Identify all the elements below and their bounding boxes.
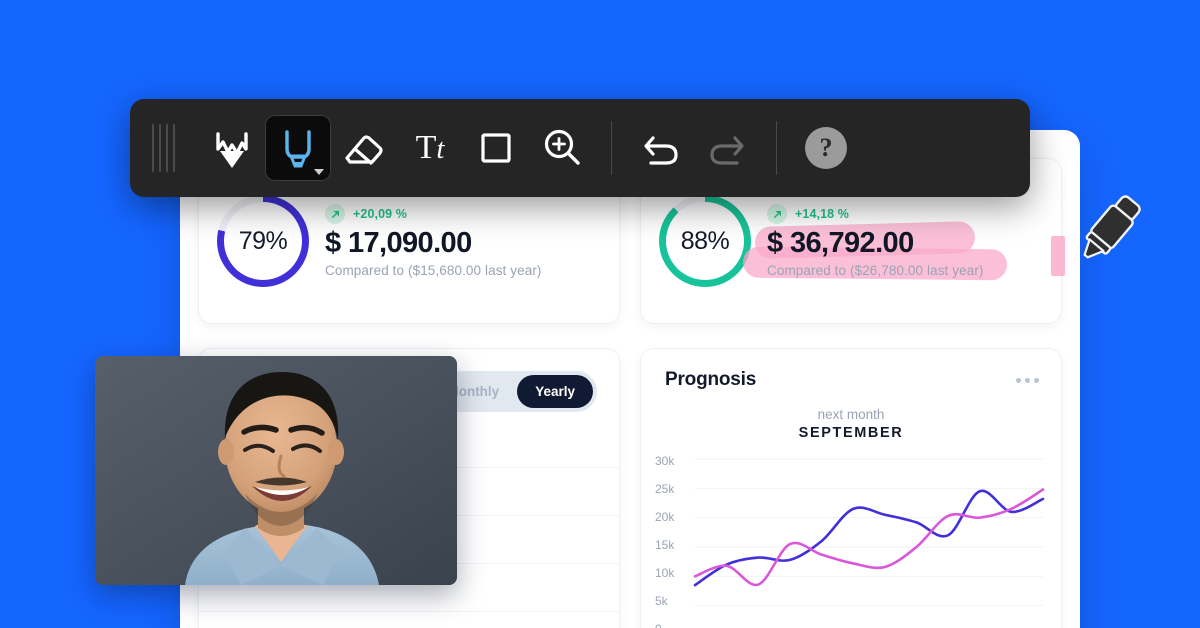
metric-comparison: Compared to ($26,780.00 last year) <box>767 263 984 278</box>
text-tool-glyph-t: t <box>436 133 445 165</box>
y-tick-5k: 5k <box>655 594 668 608</box>
redo-button[interactable] <box>694 115 760 181</box>
text-tool-button[interactable]: Tt <box>397 115 463 181</box>
chart-y-axis-labels: 30k 25k 20k 15k 10k 5k 0 <box>655 455 689 628</box>
highlighter-tool-button[interactable] <box>265 115 331 181</box>
grip-icon[interactable] <box>152 124 175 172</box>
period-option-yearly[interactable]: Yearly <box>517 375 593 408</box>
y-tick-0: 0 <box>655 623 689 628</box>
y-tick-10k: 10k <box>655 566 675 580</box>
help-button[interactable]: ? <box>793 115 859 181</box>
ellipsis-icon[interactable] <box>1016 377 1039 383</box>
chart-line-forecast-secondary <box>695 490 1043 585</box>
trend-up-arrow-icon <box>325 204 345 224</box>
undo-button[interactable] <box>628 115 694 181</box>
pen-tool-button[interactable] <box>199 115 265 181</box>
eraser-tool-button[interactable] <box>331 115 397 181</box>
progress-ring-label: 88% <box>680 226 730 255</box>
prognosis-chart: 30k 25k 20k 15k 10k 5k 0 <box>641 455 1061 628</box>
prognosis-month: SEPTEMBER <box>798 425 904 441</box>
trend-indicator: +14,18 % <box>767 204 984 224</box>
progress-ring: 79% <box>217 195 309 287</box>
progress-ring-label: 79% <box>238 226 288 255</box>
rectangle-tool-button[interactable] <box>463 115 529 181</box>
question-mark-icon[interactable]: ? <box>805 127 847 169</box>
chevron-down-icon[interactable] <box>314 169 324 175</box>
y-tick-15k: 15k <box>655 538 675 552</box>
prognosis-next-label: next month <box>817 407 885 422</box>
zoom-tool-button[interactable] <box>529 115 595 181</box>
y-tick-20k: 20k <box>655 510 675 524</box>
row-divider <box>199 611 619 612</box>
screenshot-stage: 79% +20,09 % $ 17,090.00 Compared to ($1… <box>0 0 1200 628</box>
metric-comparison: Compared to ($15,680.00 last year) <box>325 263 542 278</box>
progress-ring: 88% <box>659 195 751 287</box>
trend-percent: +14,18 % <box>795 207 849 221</box>
marker-pen-cursor <box>1068 186 1148 274</box>
toolbar-divider <box>776 121 777 175</box>
panel-title: Prognosis <box>665 369 757 390</box>
annotation-toolbar[interactable]: Tt ? <box>130 99 1030 197</box>
chart-plot-area <box>695 459 1043 628</box>
metric-value: $ 17,090.00 <box>325 227 472 259</box>
metric-value: $ 36,792.00 <box>767 227 914 259</box>
chart-gridlines <box>695 459 1043 628</box>
toolbar-divider <box>611 121 612 175</box>
text-tool-glyph-T: T <box>415 129 437 166</box>
y-tick-25k: 25k <box>655 482 675 496</box>
webcam-portrait <box>95 356 457 585</box>
trend-percent: +20,09 % <box>353 207 407 221</box>
trend-indicator: +20,09 % <box>325 204 542 224</box>
chart-series <box>695 490 1043 586</box>
prognosis-panel: Prognosis next month SEPTEMBER 30k 25k 2… <box>640 348 1062 628</box>
chart-line-forecast-primary <box>695 491 1043 585</box>
y-tick-30k: 30k <box>655 454 675 468</box>
trend-up-arrow-icon <box>767 204 787 224</box>
